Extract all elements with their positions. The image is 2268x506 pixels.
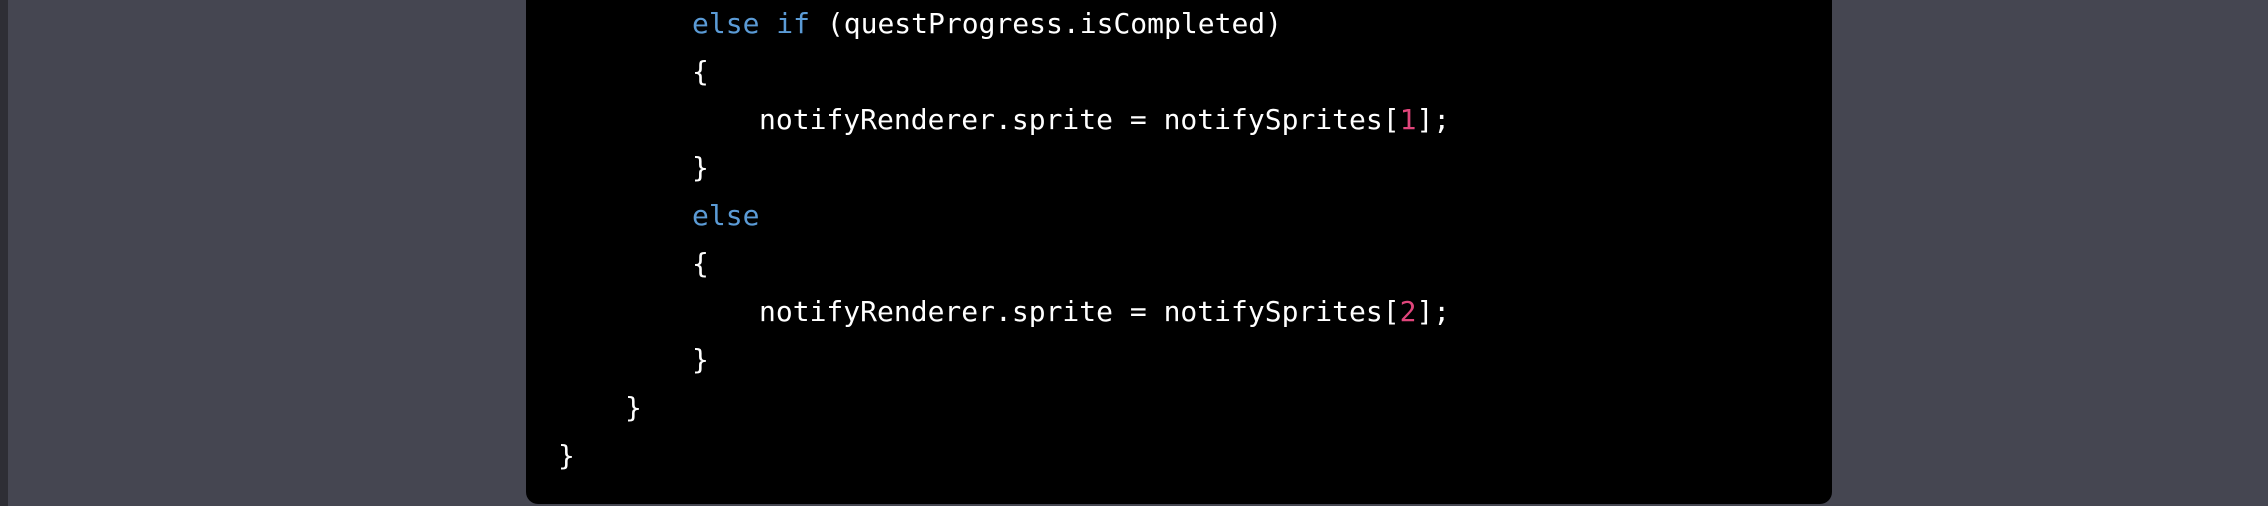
code-text: } bbox=[692, 343, 709, 376]
code-text: { bbox=[692, 55, 709, 88]
code-line: } bbox=[625, 384, 642, 432]
code-text: notifyRenderer.sprite = notifySprites[ bbox=[759, 103, 1400, 136]
code-text: (questProgress.isCompleted) bbox=[810, 7, 1283, 40]
code-line: { bbox=[692, 48, 709, 96]
code-line: } bbox=[558, 432, 575, 480]
code-text: } bbox=[558, 439, 575, 472]
code-line: notifyRenderer.sprite = notifySprites[1]… bbox=[759, 96, 1450, 144]
code-text: ]; bbox=[1416, 103, 1451, 136]
code-line: { bbox=[692, 240, 709, 288]
code-text: } bbox=[625, 391, 642, 424]
code-line: notifyRenderer.sprite = notifySprites[2]… bbox=[759, 288, 1450, 336]
code-line: } bbox=[692, 144, 709, 192]
code-block[interactable]: else if (questProgress.isCompleted) { noti… bbox=[526, 0, 1832, 504]
code-line: else bbox=[692, 192, 759, 240]
code-line: } bbox=[692, 336, 709, 384]
code-keyword: else bbox=[692, 7, 760, 40]
window-edge bbox=[0, 0, 8, 506]
code-line: else if (questProgress.isCompleted) bbox=[692, 0, 1282, 48]
code-number-literal: 2 bbox=[1399, 295, 1417, 328]
code-keyword: if bbox=[776, 7, 811, 40]
code-text: ]; bbox=[1416, 295, 1451, 328]
code-number-literal: 1 bbox=[1399, 103, 1417, 136]
code-text: } bbox=[692, 151, 709, 184]
code-keyword: else bbox=[692, 199, 760, 232]
code-text: { bbox=[692, 247, 709, 280]
code-text: notifyRenderer.sprite = notifySprites[ bbox=[759, 295, 1400, 328]
